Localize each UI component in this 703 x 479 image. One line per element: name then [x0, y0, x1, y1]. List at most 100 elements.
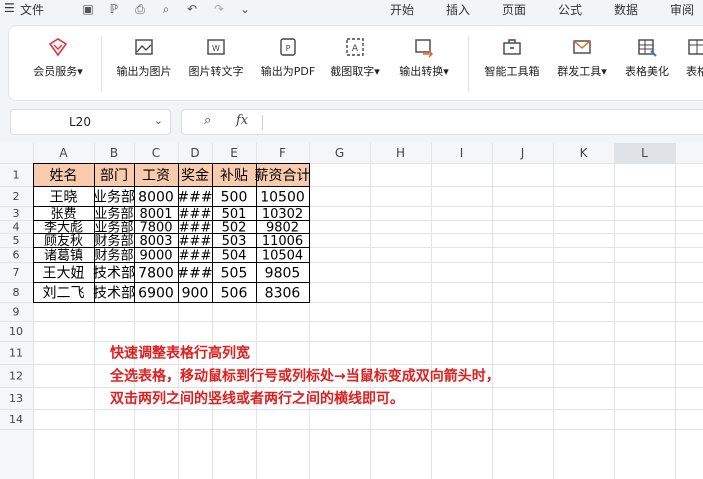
print-preview-icon[interactable]: ⌕ [159, 2, 173, 16]
save-icon[interactable]: ▣ [81, 2, 95, 16]
export-pdf-button[interactable]: P 输出为PDF [253, 36, 323, 96]
row-header-4[interactable]: 4 [13, 221, 20, 234]
table-cell[interactable]: 10504 [262, 248, 303, 263]
menu-file[interactable]: 文件 [20, 1, 44, 18]
column-header-J[interactable]: J [520, 146, 525, 160]
table-cell[interactable]: ### [177, 189, 212, 205]
table-cell[interactable]: 7800 [138, 265, 174, 281]
table-header-cell[interactable]: 部门 [100, 168, 128, 184]
tab-formula[interactable]: 公式 [558, 1, 582, 18]
column-header-D[interactable]: D [190, 146, 199, 160]
column-header-K[interactable]: K [580, 146, 589, 160]
row-header-13[interactable]: 13 [9, 392, 23, 405]
row-header-8[interactable]: 8 [13, 286, 20, 299]
table-cell[interactable]: 财务部 [94, 233, 133, 249]
hamburger-icon[interactable]: ☰ [4, 1, 15, 15]
member-service-button[interactable]: 会员服务▾ [23, 36, 93, 96]
table-header-cell[interactable]: 姓名 [50, 168, 78, 184]
grid-canvas[interactable]: A B C D E F G H I J K L1234567891011121314姓名 部门 工资 奖金补… [0, 143, 703, 479]
worksheet-grid[interactable]: A B C D E F G H I J K L 1 2 3 4 5 6 7 8 9 10 11 12 13 14 姓名 部门 工资 奖金补… [0, 143, 703, 479]
column-header-I[interactable]: I [460, 146, 464, 160]
table-cell[interactable]: 8306 [265, 285, 301, 301]
mass-send-button[interactable]: 群发工具▾ [549, 36, 615, 96]
table-cell[interactable]: 9805 [265, 265, 301, 281]
table-cell[interactable]: 11006 [262, 234, 303, 249]
svg-text:W: W [212, 44, 220, 53]
table-cell[interactable]: 刘二飞 [43, 285, 85, 301]
table-cell[interactable]: 504 [222, 248, 247, 263]
row-header-14[interactable]: 14 [9, 413, 23, 426]
table-cell[interactable]: 技术部 [93, 285, 135, 301]
output-convert-button[interactable]: 输出转换▾ [391, 36, 457, 96]
table-cell[interactable]: ### [179, 248, 212, 263]
table-cell[interactable]: 506 [221, 285, 248, 301]
undo-icon[interactable]: ↶ [185, 2, 199, 16]
table-cell[interactable]: 业务部 [93, 189, 135, 205]
table-cell[interactable]: 王晓 [50, 189, 78, 205]
column-header-B[interactable]: B [110, 146, 118, 160]
screenshot-text-button[interactable]: A 截图取字▾ [323, 36, 387, 96]
smart-toolbox-button[interactable]: 智能工具箱 [477, 36, 547, 96]
table-cell[interactable]: 6900 [138, 285, 174, 301]
table-cell[interactable]: ### [177, 265, 212, 281]
svg-text:P: P [286, 44, 291, 53]
fx-icon[interactable]: fx [236, 113, 248, 128]
table-cell[interactable]: 技术部 [93, 265, 135, 281]
tab-home[interactable]: 开始 [390, 1, 414, 18]
redo-icon[interactable]: ↷ [212, 2, 226, 16]
table-header-cell[interactable]: 补贴 [220, 168, 248, 184]
name-box[interactable]: L20 ⌄ [10, 109, 171, 135]
member-service-label: 会员服务 [33, 65, 78, 78]
formula-bar[interactable]: ⌕ fx [181, 109, 703, 135]
table-cell[interactable]: 505 [221, 265, 248, 281]
table-cell[interactable]: 500 [221, 189, 248, 205]
column-header-F[interactable]: F [279, 146, 286, 160]
row-header-6[interactable]: 6 [13, 249, 20, 262]
zoom-search-icon[interactable]: ⌕ [204, 113, 211, 128]
table-cell[interactable]: 8000 [138, 189, 174, 205]
table-beautify-button[interactable]: 表格美化 [617, 36, 677, 96]
tab-insert[interactable]: 插入 [446, 1, 470, 18]
table-cell[interactable]: 财务部 [94, 247, 133, 263]
tab-data[interactable]: 数据 [614, 1, 638, 18]
table-cell[interactable]: 王大妞 [43, 265, 85, 281]
format-painter-icon[interactable]: ℙ [107, 2, 121, 16]
table-cell[interactable]: 900 [182, 285, 209, 301]
row-header-9[interactable]: 9 [13, 306, 20, 319]
column-header-C[interactable]: C [152, 146, 160, 160]
column-header-E[interactable]: E [230, 146, 238, 160]
row-header-10[interactable]: 10 [9, 325, 23, 338]
table-cell[interactable]: ### [179, 234, 212, 249]
table-cell[interactable]: 顾友秋 [44, 233, 83, 249]
table-cell[interactable]: 8003 [139, 234, 172, 249]
column-header-G[interactable]: G [335, 146, 344, 160]
table-cell[interactable]: 10500 [260, 189, 305, 205]
print-icon[interactable]: ⎙ [133, 2, 147, 16]
spreadsheet-app: ☰ 文件 ▣ ℙ ⎙ ⌕ ↶ ↷ ⌄ 开始 插入 页面 公式 数据 审阅 会员服… [0, 0, 703, 479]
table-beautify-label: 表格美化 [625, 65, 669, 78]
image-to-text-button[interactable]: W 图片转文字 [181, 36, 251, 96]
row-header-1[interactable]: 1 [13, 169, 20, 182]
table-cell[interactable]: 诸葛镇 [44, 248, 83, 263]
export-image-button[interactable]: 输出为图片 [109, 36, 179, 96]
table-header-cell[interactable]: 奖金 [181, 167, 209, 184]
table-cell[interactable]: 503 [222, 234, 247, 249]
row-header-7[interactable]: 7 [13, 266, 20, 279]
table-cell[interactable]: 9000 [139, 248, 172, 263]
table-header-cell[interactable]: 薪资合计 [255, 168, 311, 184]
table-button[interactable]: 表格 [677, 36, 703, 96]
row-header-12[interactable]: 12 [9, 370, 23, 383]
column-header-A[interactable]: A [59, 146, 68, 160]
column-header-L[interactable]: L [641, 146, 648, 160]
tab-review[interactable]: 审阅 [670, 1, 694, 18]
table-header-cell[interactable]: 工资 [142, 168, 170, 184]
instruction-note: 全选表格，移动鼠标到行号或列标处→当鼠标变成双向箭头时， [109, 368, 500, 385]
row-header-3[interactable]: 3 [13, 207, 20, 220]
row-header-5[interactable]: 5 [13, 234, 20, 247]
row-header-2[interactable]: 2 [13, 190, 20, 203]
tab-page[interactable]: 页面 [502, 1, 526, 18]
chevron-down-icon[interactable]: ⌄ [154, 114, 163, 127]
column-header-H[interactable]: H [396, 146, 405, 160]
chevron-down-icon[interactable]: ⌄ [238, 2, 252, 16]
row-header-11[interactable]: 11 [9, 347, 23, 360]
